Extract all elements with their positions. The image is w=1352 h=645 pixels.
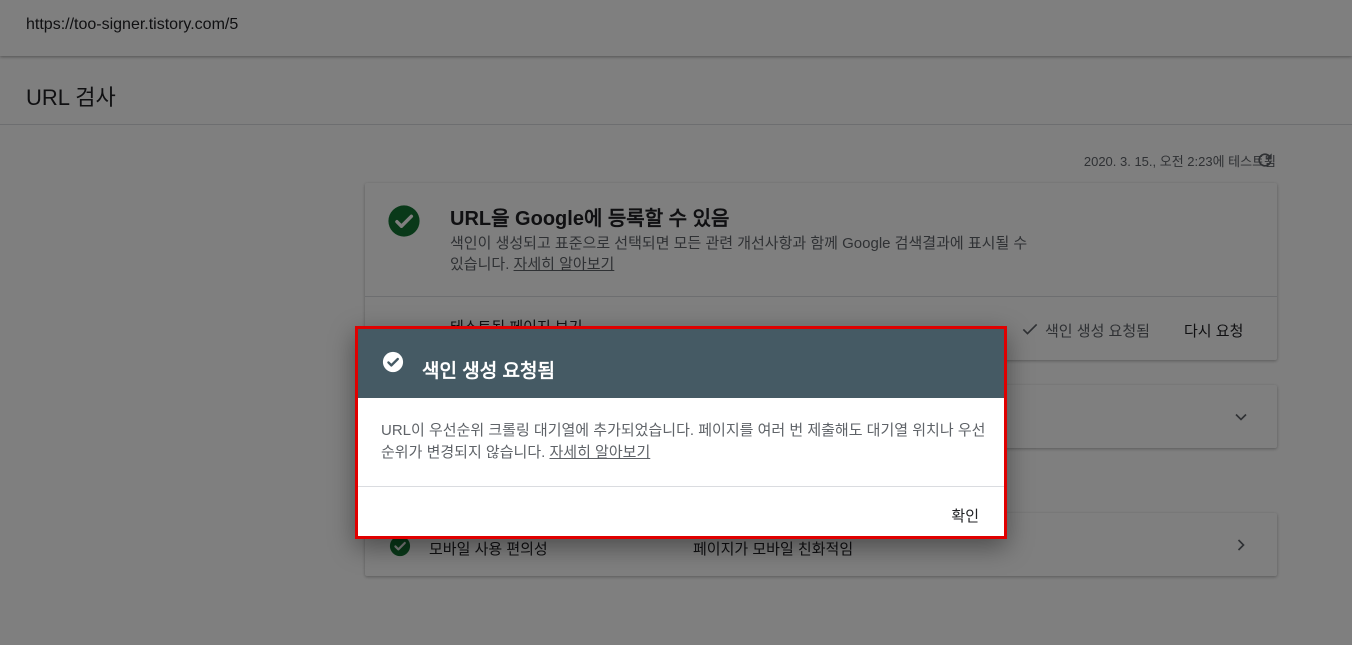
- dialog-title: 색인 생성 요청됨: [422, 361, 555, 382]
- dialog-message: URL이 우선순위 크롤링 대기열에 추가되었습니다. 페이지를 여러 번 제출…: [381, 422, 986, 461]
- ok-button[interactable]: 확인: [951, 505, 979, 526]
- dialog-learn-more-link[interactable]: 자세히 알아보기: [549, 444, 650, 461]
- divider: [358, 486, 1004, 487]
- modal-scrim[interactable]: [0, 0, 1352, 645]
- dialog-body: URL이 우선순위 크롤링 대기열에 추가되었습니다. 페이지를 여러 번 제출…: [381, 420, 991, 464]
- check-circle-icon: [382, 351, 404, 373]
- indexing-requested-dialog: 색인 생성 요청됨 URL이 우선순위 크롤링 대기열에 추가되었습니다. 페이…: [355, 326, 1007, 539]
- dialog-header: 색인 생성 요청됨: [358, 329, 1004, 398]
